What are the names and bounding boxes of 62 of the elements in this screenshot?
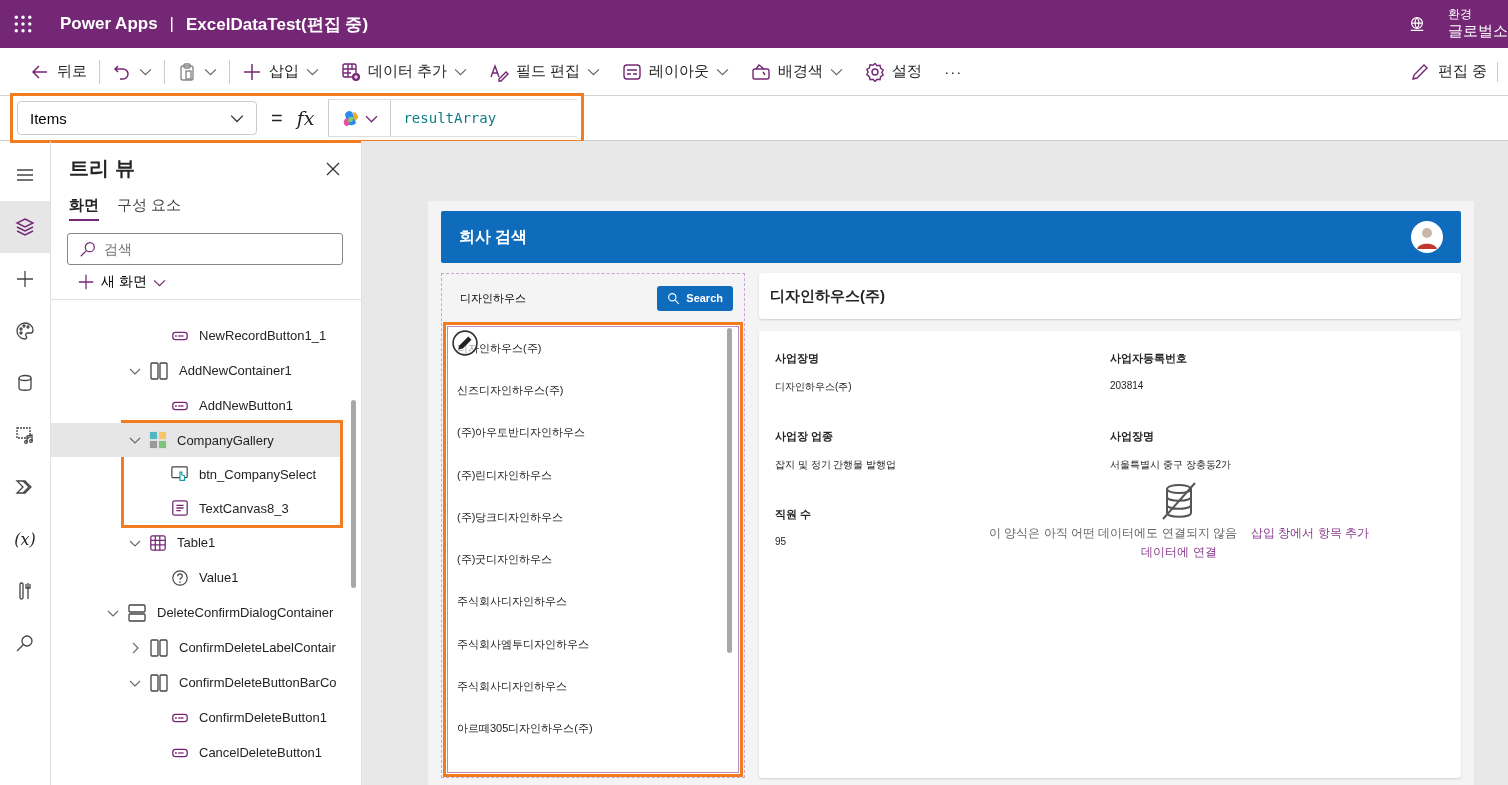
field-value: 서울특별시 중구 장충동2가 <box>1110 458 1233 472</box>
tree-item[interactable]: NewRecordButton1_1 <box>51 318 361 353</box>
insert-button[interactable]: 삽입 <box>232 57 329 86</box>
back-button[interactable]: 뒤로 <box>20 57 97 86</box>
gallery-item[interactable]: 아르떼305디자인하우스(주) <box>454 707 740 750</box>
gallery-item[interactable]: 신즈디자인하우스(주) <box>454 369 740 412</box>
app-header: 회사 검색 <box>441 211 1461 263</box>
app-name: Power Apps <box>60 14 158 34</box>
insert-items-link[interactable]: 삽입 창에서 항목 추가 <box>1251 525 1370 542</box>
fields-button[interactable]: 필드 편집 <box>479 57 611 86</box>
tab[interactable]: 화면 <box>69 192 99 221</box>
field-value: 디자인하우스(주) <box>775 380 853 394</box>
variables-button[interactable]: (x) <box>0 513 50 565</box>
field-label: 사업장 업종 <box>775 429 835 444</box>
tree-item[interactable]: ConfirmDeleteButtonBarCo <box>51 665 361 700</box>
search-field[interactable]: 검색 <box>67 233 343 265</box>
detail-title: 디자인하우스(주) <box>759 273 1461 319</box>
document-title: ExcelDataTest(편집 중) <box>186 13 369 36</box>
gallery-item[interactable]: (주)굿디자인하우스 <box>454 538 740 581</box>
tree-item[interactable]: Table1 <box>51 525 361 560</box>
fx-label: fx <box>296 107 315 129</box>
gallery-item[interactable]: 주식회사엠투디자인하우스 <box>454 623 740 666</box>
field-label: 사업자등록번호 <box>1110 351 1188 366</box>
field-label: 사업장명 <box>775 351 820 366</box>
tree-item[interactable]: DeleteConfirmDialogContainer <box>51 595 361 630</box>
gallery-item[interactable]: (주)당크디자인하우스 <box>454 496 740 539</box>
property-dropdown[interactable]: Items <box>17 101 257 135</box>
settings-button[interactable]: 설정 <box>855 57 933 86</box>
new-screen-button[interactable]: 새 화면 <box>77 271 166 293</box>
connect-data-link[interactable]: 데이터에 연결 <box>1141 544 1217 561</box>
formula-field[interactable]: resultArray <box>328 99 577 137</box>
data-button[interactable]: 데이터 추가 <box>331 57 478 86</box>
tree-item[interactable]: CancelDeleteButton1 <box>51 735 361 770</box>
gallery-item[interactable]: (주)아우토반디자인하우스 <box>454 411 740 454</box>
tree-item[interactable]: Value1 <box>51 560 361 595</box>
tree-item[interactable]: ConfirmDeleteButton1 <box>51 700 361 735</box>
field-label: 직원 수 <box>775 507 813 522</box>
layout-button[interactable]: 레이아웃 <box>612 57 740 86</box>
tree-item[interactable]: btn_CompanySelect <box>124 457 340 491</box>
more-button[interactable]: ··· <box>934 59 973 84</box>
field-label: 사업장명 <box>1110 429 1155 444</box>
environment-name[interactable]: 글로벌소 <box>1448 22 1508 40</box>
editing-status: 편집 중 <box>1409 61 1498 82</box>
field-value: 203814 <box>1110 380 1145 391</box>
environment-label: 환경 <box>1448 8 1473 23</box>
tree-item[interactable]: ConfirmDeleteLabelContair <box>51 630 361 665</box>
background-button[interactable]: 배경색 <box>741 57 854 86</box>
title-separator: | <box>169 14 175 34</box>
tree-item[interactable]: AddNewButton1 <box>51 388 361 423</box>
equals-sign: = <box>271 106 283 130</box>
field-value: 잡지 및 정기 간행물 발행업 <box>775 458 898 472</box>
tab[interactable]: 구성 요소 <box>117 192 182 221</box>
gallery-item[interactable]: (주)린디자인하우스 <box>454 453 740 497</box>
gallery-item[interactable]: 주식회사디자인하우스 <box>454 665 740 708</box>
gallery-item[interactable]: 주식회사디자인하우스 <box>454 580 740 624</box>
tree-item[interactable]: TextCanvas8_3 <box>124 491 340 525</box>
search-input[interactable]: 디자인하우스 <box>450 291 658 305</box>
field-value: 95 <box>775 536 788 547</box>
tree-item[interactable]: AddNewContainer1 <box>51 353 361 388</box>
panel-title: 트리 뷰 <box>69 156 135 181</box>
empty-form-message: 이 양식은 아직 어떤 데이터에도 연결되지 않음 <box>989 525 1237 542</box>
search-button[interactable]: Search <box>657 285 733 311</box>
